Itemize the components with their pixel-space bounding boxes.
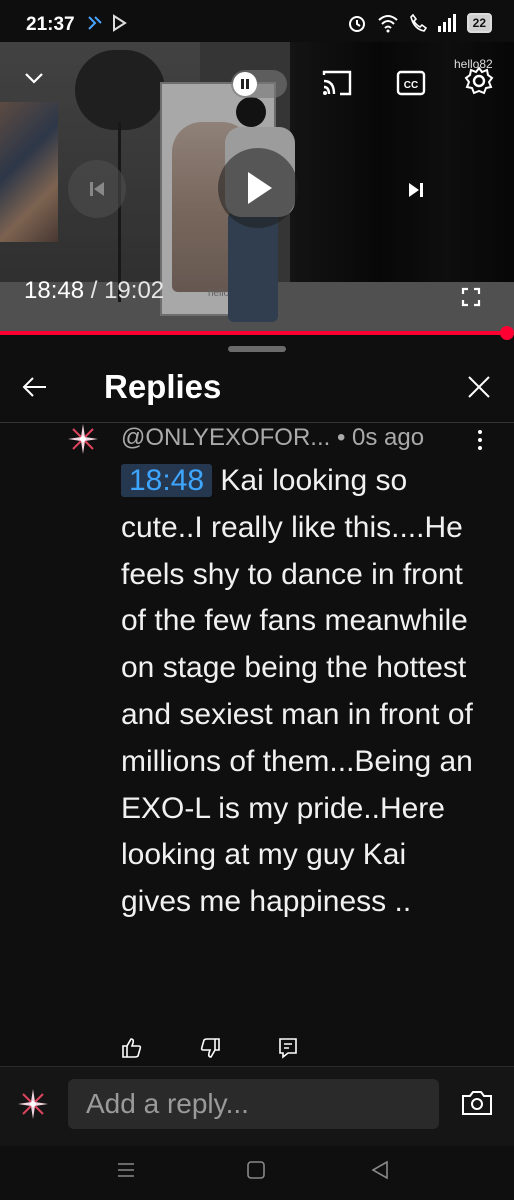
home-icon — [247, 1161, 265, 1179]
reply-icon — [279, 1038, 297, 1059]
fullscreen-button[interactable] — [456, 282, 486, 312]
comment-body-text: Kai looking so cute..I really like this.… — [121, 464, 473, 919]
play-button[interactable] — [218, 148, 298, 228]
gear-icon — [464, 66, 494, 95]
play-icon — [248, 172, 272, 204]
playback-time: 18:48 / 19:02 — [24, 277, 164, 305]
autoplay-toggle[interactable] — [231, 70, 287, 98]
svg-text:CC: CC — [404, 80, 418, 91]
close-button[interactable] — [462, 370, 496, 404]
thumbs-down-icon — [200, 1038, 220, 1058]
minimize-button[interactable] — [22, 66, 46, 90]
recents-button[interactable] — [114, 1158, 138, 1182]
seek-bar-played — [0, 331, 508, 335]
close-icon — [468, 376, 490, 398]
wifi-icon — [377, 15, 398, 33]
previous-icon — [90, 182, 104, 196]
panel-drag-handle[interactable] — [228, 346, 286, 352]
cc-icon: CC — [396, 70, 426, 96]
settings-button[interactable] — [462, 64, 496, 98]
replies-header: Replies — [0, 356, 514, 420]
autoplay-knob — [233, 72, 257, 96]
dislike-button[interactable] — [198, 1036, 222, 1060]
comment-header: @ONLYEXOFOR... • 0s ago — [121, 424, 424, 452]
system-icons: 22 — [347, 13, 492, 33]
user-avatar — [16, 1087, 50, 1121]
previous-button[interactable] — [68, 160, 126, 218]
captions-button[interactable]: CC — [396, 68, 426, 98]
home-button[interactable] — [244, 1158, 268, 1182]
system-back-button[interactable] — [368, 1158, 392, 1182]
back-button[interactable] — [18, 370, 52, 404]
timestamp-link[interactable]: 18:48 — [121, 464, 213, 497]
reply-button[interactable] — [276, 1036, 300, 1060]
play-store-icon — [113, 14, 127, 32]
next-icon — [409, 183, 423, 197]
signal-icon — [437, 14, 456, 32]
back-icon — [371, 1160, 388, 1180]
seek-bar[interactable] — [0, 326, 514, 340]
avatar-sparkle-icon — [68, 424, 98, 454]
comment-menu-button[interactable] — [470, 426, 490, 454]
reply-composer: Add a reply... — [0, 1066, 514, 1147]
cast-icon — [322, 70, 352, 96]
app-notification-icon — [88, 16, 102, 30]
battery-icon: 22 — [466, 13, 492, 33]
next-button[interactable] — [394, 168, 438, 212]
camera-button[interactable] — [460, 1087, 494, 1119]
avatar[interactable] — [66, 422, 100, 456]
video-player[interactable]: hello hello82 CC 18:48 / 19:02 — [0, 42, 514, 332]
seek-bar-knob[interactable] — [500, 326, 514, 340]
reply-input[interactable]: Add a reply... — [68, 1079, 439, 1129]
pause-icon — [241, 79, 249, 89]
more-vert-icon — [478, 430, 482, 450]
current-time: 18:48 — [24, 277, 85, 304]
comment-age: • 0s ago — [336, 424, 425, 451]
recents-icon — [118, 1163, 134, 1177]
comment-author[interactable]: @ONLYEXOFOR... — [121, 424, 330, 451]
like-button[interactable] — [120, 1036, 144, 1060]
notification-icons — [86, 14, 128, 32]
comment-actions — [120, 1036, 354, 1060]
status-time: 21:37 — [26, 14, 75, 35]
duration: 19:02 — [104, 277, 165, 304]
time-separator: / — [84, 277, 105, 304]
thumbs-up-icon — [122, 1038, 142, 1058]
chevron-down-icon — [25, 73, 43, 84]
back-arrow-icon — [22, 377, 46, 397]
system-navigation-bar — [0, 1146, 514, 1200]
cast-button[interactable] — [320, 66, 354, 100]
call-icon — [409, 13, 427, 32]
panel-title: Replies — [104, 368, 222, 405]
camera-icon — [462, 1091, 492, 1115]
fullscreen-icon — [461, 287, 481, 307]
comment-text: 18:48 Kai looking so cute..I really like… — [121, 458, 481, 926]
alarm-icon — [348, 16, 365, 32]
avatar-sparkle-icon — [18, 1089, 48, 1119]
